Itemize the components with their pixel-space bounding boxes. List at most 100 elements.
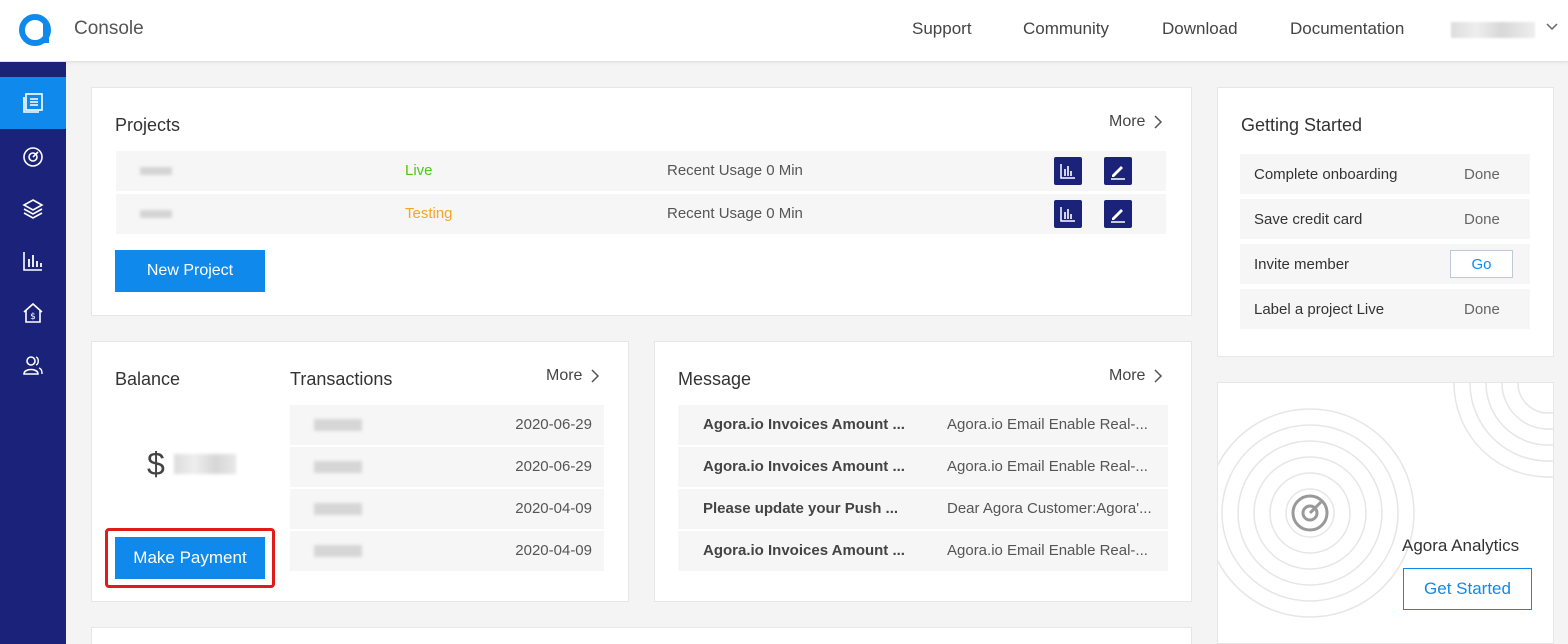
transaction-amount-redacted xyxy=(314,461,362,473)
message-row[interactable]: Please update your Push ... Dear Agora C… xyxy=(678,489,1168,529)
projects-title: Projects xyxy=(115,115,181,135)
invite-go-button[interactable]: Go xyxy=(1450,250,1513,278)
message-subject: Please update your Push ... xyxy=(703,500,899,517)
sidebar-item-billing[interactable]: $ xyxy=(0,287,66,339)
onboarding-step: Save credit card Done xyxy=(1240,199,1530,239)
project-stats-button[interactable] xyxy=(1054,157,1082,185)
project-stats-button[interactable] xyxy=(1054,200,1082,228)
projects-more-link[interactable]: More xyxy=(1109,113,1163,131)
step-label: Label a project Live xyxy=(1254,301,1385,318)
project-edit-button[interactable] xyxy=(1104,200,1132,228)
transaction-amount-redacted xyxy=(314,545,362,557)
chevron-right-icon xyxy=(591,369,600,383)
project-usage: Recent Usage 0 Min xyxy=(667,205,803,222)
transaction-date: 2020-06-29 xyxy=(515,458,592,475)
transaction-row: 2020-04-09 xyxy=(290,531,604,571)
step-label: Complete onboarding xyxy=(1254,166,1398,183)
new-project-button[interactable]: New Project xyxy=(115,250,265,292)
balance-value-redacted xyxy=(174,454,236,474)
projects-card: Projects More Live Recent Usage 0 Min Te… xyxy=(91,87,1192,316)
project-name-redacted xyxy=(140,210,172,218)
app-title: Console xyxy=(74,18,144,39)
layers-icon xyxy=(22,199,44,219)
project-usage: Recent Usage 0 Min xyxy=(667,162,803,179)
transaction-row: 2020-06-29 xyxy=(290,447,604,487)
analytics-title: Agora Analytics xyxy=(1402,536,1520,555)
message-row[interactable]: Agora.io Invoices Amount ... Agora.io Em… xyxy=(678,405,1168,445)
analytics-card: Agora Analytics Get Started xyxy=(1217,382,1554,644)
more-label: More xyxy=(1109,367,1146,384)
message-subject: Agora.io Invoices Amount ... xyxy=(703,542,905,559)
transactions-title: Transactions xyxy=(290,369,393,389)
finance-house-icon: $ xyxy=(23,302,43,323)
nav-community[interactable]: Community xyxy=(1023,19,1109,39)
balance-currency: $ xyxy=(147,446,165,482)
message-preview: Agora.io Email Enable Real-... xyxy=(947,542,1148,559)
bar-chart-icon xyxy=(23,252,42,271)
sidebar-item-members[interactable] xyxy=(0,339,66,391)
edit-pencil-icon xyxy=(1111,166,1125,180)
transaction-date: 2020-06-29 xyxy=(515,416,592,433)
top-bar: Console Support Community Download Docum… xyxy=(0,0,1568,62)
getting-started-title: Getting Started xyxy=(1241,115,1363,135)
gauge-icon xyxy=(23,147,43,167)
project-row[interactable]: Testing Recent Usage 0 Min xyxy=(116,194,1166,234)
bottom-card xyxy=(91,627,1192,644)
project-name-redacted xyxy=(140,167,172,175)
message-row[interactable]: Agora.io Invoices Amount ... Agora.io Em… xyxy=(678,531,1168,571)
step-status: Done xyxy=(1464,166,1500,183)
nav-download[interactable]: Download xyxy=(1162,19,1238,39)
sidebar-item-products[interactable] xyxy=(0,183,66,235)
svg-text:$: $ xyxy=(30,312,36,322)
transaction-row: 2020-04-09 xyxy=(290,489,604,529)
message-more-link[interactable]: More xyxy=(1109,367,1163,385)
transaction-amount-redacted xyxy=(314,419,362,431)
user-account-menu[interactable] xyxy=(1451,22,1535,38)
message-preview: Dear Agora Customer:Agora'... xyxy=(947,500,1152,517)
message-title: Message xyxy=(678,369,752,389)
agora-logo-icon[interactable] xyxy=(19,14,51,46)
analytics-gauge-icon xyxy=(1291,494,1329,532)
nav-documentation[interactable]: Documentation xyxy=(1290,19,1404,39)
message-subject: Agora.io Invoices Amount ... xyxy=(703,458,905,475)
project-status: Testing xyxy=(405,205,453,222)
getting-started-card: Getting Started Complete onboarding Done… xyxy=(1217,87,1554,357)
more-label: More xyxy=(546,367,583,384)
step-status: Done xyxy=(1464,301,1500,318)
project-edit-button[interactable] xyxy=(1104,157,1132,185)
edit-pencil-icon xyxy=(1111,209,1125,223)
make-payment-button[interactable]: Make Payment xyxy=(115,537,265,579)
step-status: Done xyxy=(1464,211,1500,228)
sidebar-item-projects[interactable] xyxy=(0,77,66,129)
project-row[interactable]: Live Recent Usage 0 Min xyxy=(116,151,1166,191)
onboarding-step: Complete onboarding Done xyxy=(1240,154,1530,194)
step-label: Save credit card xyxy=(1254,211,1363,228)
nav-support[interactable]: Support xyxy=(912,19,972,39)
transactions-more-link[interactable]: More xyxy=(546,367,600,385)
sidebar-item-analytics[interactable] xyxy=(0,235,66,287)
project-status: Live xyxy=(405,162,433,179)
chevron-right-icon xyxy=(1154,369,1163,383)
get-started-button[interactable]: Get Started xyxy=(1403,568,1532,610)
transaction-date: 2020-04-09 xyxy=(515,500,592,517)
members-icon xyxy=(23,356,43,375)
transaction-row: 2020-06-29 xyxy=(290,405,604,445)
more-label: More xyxy=(1109,113,1146,130)
sidebar-item-usage[interactable] xyxy=(0,131,66,183)
transaction-date: 2020-04-09 xyxy=(515,542,592,559)
step-label: Invite member xyxy=(1254,256,1350,273)
message-subject: Agora.io Invoices Amount ... xyxy=(703,416,905,433)
message-row[interactable]: Agora.io Invoices Amount ... Agora.io Em… xyxy=(678,447,1168,487)
sidebar: $ xyxy=(0,62,66,644)
balance-title: Balance xyxy=(115,369,181,389)
message-card: Message More Agora.io Invoices Amount ..… xyxy=(654,341,1192,602)
onboarding-step: Invite member Go xyxy=(1240,244,1530,284)
projects-icon xyxy=(23,93,43,113)
bar-chart-icon xyxy=(1060,207,1075,222)
chevron-down-icon[interactable] xyxy=(1544,18,1560,34)
onboarding-step: Label a project Live Done xyxy=(1240,289,1530,329)
transaction-amount-redacted xyxy=(314,503,362,515)
message-preview: Agora.io Email Enable Real-... xyxy=(947,416,1148,433)
bar-chart-icon xyxy=(1060,164,1075,179)
balance-card: Balance $ Make Payment Transactions More… xyxy=(91,341,629,602)
